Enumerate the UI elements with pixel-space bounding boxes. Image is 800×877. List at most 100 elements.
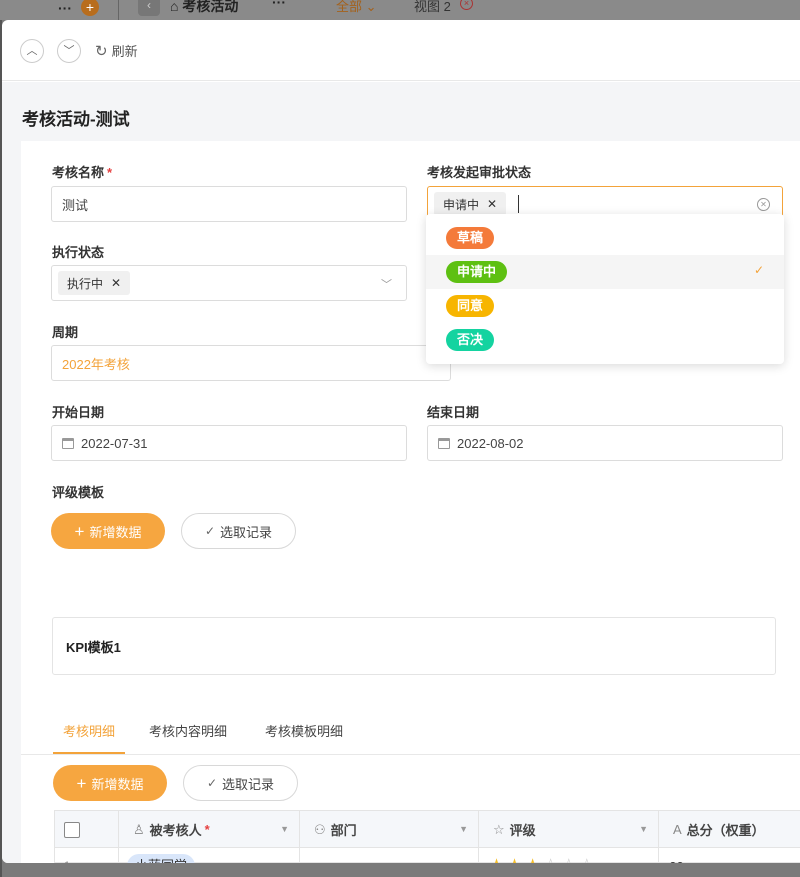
dropdown-option-approved[interactable]: 同意 <box>426 289 784 323</box>
add-icon[interactable]: + <box>81 0 99 16</box>
tab-template-detail[interactable]: 考核模板明细 <box>265 721 343 754</box>
more-icon[interactable]: ··· <box>58 0 72 16</box>
score-cell[interactable]: 66 <box>659 848 800 864</box>
chevron-down-icon: ﹀ <box>381 279 392 291</box>
select-record-label: 选取记录 <box>220 524 273 540</box>
approval-label: 考核发起审批状态 <box>427 165 532 180</box>
star-empty-icon[interactable]: ☆ <box>542 856 559 864</box>
tag-close-icon[interactable]: ✕ <box>487 197 497 211</box>
table-row[interactable]: 1 小蓝同学 ★★★☆☆☆ 66 <box>55 848 800 863</box>
status-badge: 否决 <box>446 329 495 351</box>
person-cell[interactable]: 小蓝同学 <box>119 848 300 863</box>
start-date-value: 2022-07-31 <box>81 435 148 451</box>
name-label-text: 考核名称 <box>52 165 105 180</box>
detail-add-data-button[interactable]: + 新增数据 <box>53 765 167 801</box>
detail-select-record-button[interactable]: ✓ 选取记录 <box>183 765 298 801</box>
divider <box>118 0 119 20</box>
start-date-input[interactable]: 2022-07-31 <box>51 425 407 461</box>
column-dept[interactable]: ⚇ 部门 ▼ <box>300 811 479 848</box>
name-label: 考核名称 * <box>52 162 112 181</box>
star-filled-icon[interactable]: ★ <box>524 856 541 864</box>
caret-down-icon[interactable]: ▼ <box>639 824 648 834</box>
calendar-icon <box>62 437 74 449</box>
period-label: 周期 <box>52 325 79 340</box>
user-chip[interactable]: 小蓝同学 <box>127 854 196 863</box>
column-dept-label: 部门 <box>330 823 357 838</box>
star-empty-icon[interactable]: ☆ <box>560 856 577 864</box>
detail-tabs: 考核明细 考核内容明细 考核模板明细 <box>21 721 800 755</box>
close-icon[interactable]: × <box>460 0 473 10</box>
text-icon: A <box>673 822 682 837</box>
app-title: ⌂ 考核活动 <box>170 0 239 14</box>
add-data-label: 新增数据 <box>89 524 142 540</box>
view-all-label: 全部 <box>336 0 363 14</box>
check-icon: ✓ <box>753 263 764 277</box>
exec-tag-label: 执行中 <box>67 276 104 291</box>
approval-dropdown: 草稿 申请中 ✓ 同意 否决 <box>426 214 784 364</box>
background-app-header: ··· + ‹ ⌂ 考核活动 ··· 全部 ⌄ 视图 2 × <box>0 0 800 20</box>
caret-down-icon[interactable]: ▼ <box>459 824 468 834</box>
name-value: 测试 <box>62 197 89 213</box>
rating-template-label: 评级模板 <box>52 485 105 500</box>
select-record-button[interactable]: ✓ 选取记录 <box>181 513 296 549</box>
required-mark: * <box>204 822 210 837</box>
dropdown-option-rejected[interactable]: 否决 <box>426 323 784 357</box>
end-date-input[interactable]: 2022-08-02 <box>427 425 783 461</box>
caret-down-icon[interactable]: ▼ <box>280 824 289 834</box>
table-header: ♙ 被考核人 * ▼ ⚇ 部门 ▼ ☆ 评级 ▼ A 总分（权重） <box>55 811 800 848</box>
star-empty-icon[interactable]: ☆ <box>578 856 595 864</box>
more-icon[interactable]: ··· <box>272 0 286 10</box>
period-value: 2022年考核 <box>62 356 130 372</box>
chevron-down-icon[interactable]: ﹀ <box>57 39 81 63</box>
view2-tab[interactable]: 视图 2 <box>414 0 451 15</box>
kpi-template-name: KPI模板1 <box>66 639 121 655</box>
exec-tag: 执行中 ✕ <box>58 271 131 295</box>
dropdown-option-applying[interactable]: 申请中 ✓ <box>426 255 784 289</box>
column-rating-label: 评级 <box>509 823 536 838</box>
dropdown-option-draft[interactable]: 草稿 <box>426 221 784 255</box>
add-data-button[interactable]: + 新增数据 <box>51 513 165 549</box>
tab-content-detail[interactable]: 考核内容明细 <box>149 721 227 754</box>
column-person[interactable]: ♙ 被考核人 * ▼ <box>119 811 300 848</box>
row-index: 1 <box>55 848 119 863</box>
view-all-tab[interactable]: 全部 ⌄ <box>336 0 377 15</box>
app-title-text: 考核活动 <box>182 0 239 14</box>
exec-label: 执行状态 <box>52 245 105 260</box>
chevron-up-icon[interactable]: ︿ <box>20 39 44 63</box>
refresh-label: 刷新 <box>111 44 138 59</box>
approval-tag-label: 申请中 <box>443 197 480 212</box>
star-filled-icon[interactable]: ★ <box>488 856 505 864</box>
modal-toolbar: ︿ ﹀ ↻ 刷新 <box>2 20 800 81</box>
detail-select-record-label: 选取记录 <box>222 776 275 792</box>
calendar-icon <box>438 437 450 449</box>
kpi-template-card[interactable]: KPI模板1 <box>52 617 776 675</box>
plus-icon: + <box>76 773 87 793</box>
refresh-button[interactable]: ↻ 刷新 <box>95 41 138 60</box>
back-icon[interactable]: ‹ <box>138 0 160 16</box>
rating-cell[interactable]: ★★★☆☆☆ <box>479 848 659 863</box>
end-date-label: 结束日期 <box>427 405 480 420</box>
end-date-value: 2022-08-02 <box>457 435 524 451</box>
column-rating[interactable]: ☆ 评级 ▼ <box>479 811 659 848</box>
period-input[interactable]: 2022年考核 <box>51 345 451 381</box>
tab-assessment-detail[interactable]: 考核明细 <box>53 721 125 754</box>
check-icon: ✓ <box>204 524 216 538</box>
column-score[interactable]: A 总分（权重） <box>659 811 800 848</box>
page-title: 考核活动-测试 <box>22 110 130 129</box>
refresh-icon: ↻ <box>95 42 108 60</box>
check-icon: ✓ <box>206 776 218 790</box>
column-person-label: 被考核人 <box>149 823 202 838</box>
dept-cell[interactable] <box>300 848 479 863</box>
plus-icon: + <box>74 521 85 541</box>
detail-add-data-label: 新增数据 <box>91 776 144 792</box>
clear-icon[interactable]: ✕ <box>757 198 770 211</box>
star-filled-icon[interactable]: ★ <box>506 856 523 864</box>
start-date-label: 开始日期 <box>52 405 105 420</box>
record-modal: ︿ ﹀ ↻ 刷新 考核活动-测试 考核名称 * 测试 考核发起审批状态 申请中 ✕ … <box>2 20 800 863</box>
exec-select[interactable]: 执行中 ✕ ﹀ <box>51 265 407 301</box>
name-input[interactable]: 测试 <box>51 186 407 222</box>
org-icon: ⚇ <box>314 821 326 837</box>
select-all-checkbox[interactable] <box>64 821 80 838</box>
rating-stars[interactable]: ★★★☆☆☆ <box>488 857 596 864</box>
tag-close-icon[interactable]: ✕ <box>111 276 121 290</box>
